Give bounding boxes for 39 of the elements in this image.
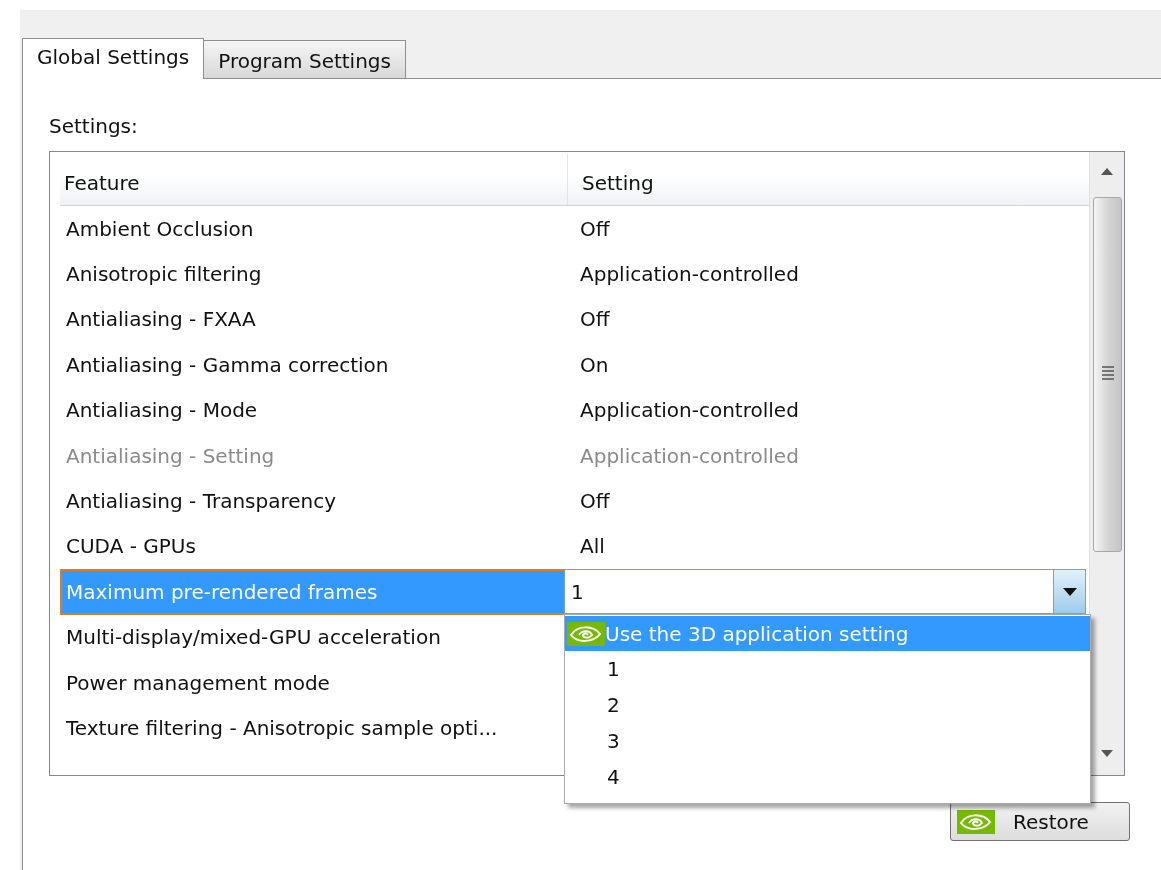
grip-icon xyxy=(1102,366,1114,380)
restore-button[interactable]: Restore xyxy=(950,802,1130,841)
feature-cell[interactable]: Multi-display/mixed-GPU acceleration xyxy=(60,614,566,660)
dropdown-value: 1 xyxy=(571,578,584,606)
eye-logo-icon xyxy=(567,621,605,646)
dropdown-option[interactable]: 1 xyxy=(565,651,1090,688)
setting-value: Off xyxy=(580,306,610,334)
feature-cell[interactable]: Antialiasing - Gamma correction xyxy=(60,342,566,388)
dropdown-option[interactable]: 3 xyxy=(565,723,1090,760)
feature-cell[interactable]: CUDA - GPUs xyxy=(60,523,566,570)
dropdown-button[interactable] xyxy=(1053,570,1085,614)
setting-value: Application-controlled xyxy=(580,442,799,470)
setting-value: Off xyxy=(580,488,610,516)
tab[interactable]: Global Settings xyxy=(22,38,205,79)
scroll-down-icon[interactable] xyxy=(1101,750,1113,757)
column-header[interactable]: Setting xyxy=(568,154,1089,205)
feature-cell[interactable]: Power management mode xyxy=(60,659,566,706)
dropdown-option[interactable]: 4 xyxy=(565,759,1090,796)
setting-value: Application-controlled xyxy=(580,397,799,425)
column-header[interactable]: Feature xyxy=(60,154,568,205)
setting-value: Application-controlled xyxy=(580,261,799,289)
scrollbar[interactable] xyxy=(1089,152,1124,775)
feature-cell[interactable]: Texture filtering - Anisotropic sample opti... xyxy=(60,705,566,751)
setting-value: Off xyxy=(580,215,610,243)
feature-cell[interactable]: Antialiasing - Mode xyxy=(60,387,566,433)
caret-icon xyxy=(1062,587,1077,596)
eye-logo-icon xyxy=(957,809,995,834)
settings-label: Settings: xyxy=(49,114,138,138)
setting-dropdown[interactable]: 1 xyxy=(564,569,1086,615)
scroll-thumb[interactable] xyxy=(1093,197,1122,552)
setting-value: On xyxy=(580,351,609,379)
feature-cell[interactable]: Antialiasing - Transparency xyxy=(60,478,566,524)
setting-value: All xyxy=(580,533,605,561)
feature-cell[interactable]: Ambient Occlusion xyxy=(60,206,566,252)
tab[interactable]: Program Settings xyxy=(203,40,406,78)
feature-cell[interactable]: Antialiasing - FXAA xyxy=(60,296,566,343)
scroll-up-icon[interactable] xyxy=(1101,168,1113,175)
feature-cell[interactable]: Anisotropic filtering xyxy=(60,251,566,297)
dropdown-option[interactable]: 2 xyxy=(565,687,1090,724)
